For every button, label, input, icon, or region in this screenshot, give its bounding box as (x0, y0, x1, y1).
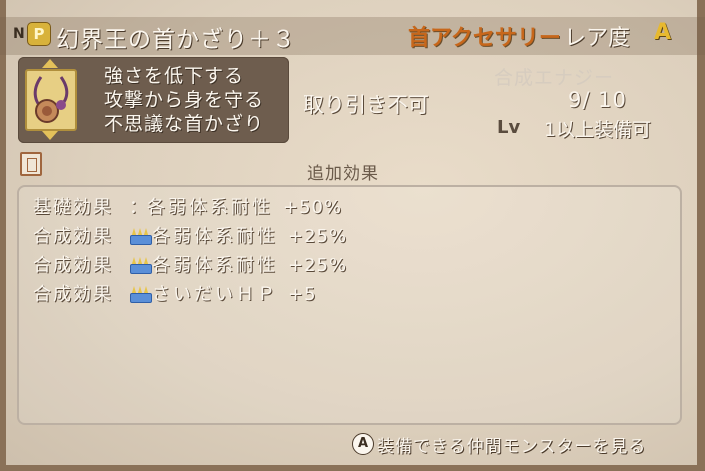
effect-value: +25% (288, 255, 348, 276)
synthesis-energy-label: 合成エナジー (494, 67, 615, 89)
effect-row: 合成効果 各弱体系耐性 +25% (33, 251, 347, 277)
effect-type: 基礎効果 (33, 197, 113, 218)
description-line: 不思議な首かざり (104, 113, 265, 135)
description-line: 攻撃から身を守る (104, 89, 265, 111)
effect-type: 合成効果 (33, 284, 113, 305)
necklace-icon (25, 69, 77, 131)
rarity-label: レア度 (564, 26, 631, 51)
arrow-down-icon[interactable] (42, 131, 58, 140)
effect-row: 基礎効果 ：各弱体系耐性 +50% (33, 193, 342, 219)
rarity-value: A (654, 20, 672, 45)
effect-type: 合成効果 (33, 255, 113, 276)
effect-value: +5 (288, 284, 317, 305)
level-label: Lv (497, 117, 521, 138)
effect-name: 各弱体系耐性 (152, 255, 278, 276)
item-detail-panel: N P 幻界王の首かざり＋３ 首アクセサリー レア度 A 強さを低下する 攻撃か… (0, 0, 705, 471)
effect-value: +50% (283, 197, 343, 218)
effect-name: 各弱体系耐性 (147, 197, 273, 218)
crown-icon (129, 285, 152, 303)
n-marker-icon: N (13, 26, 25, 42)
panel-edge-left (0, 0, 6, 471)
panel-edge-right (697, 0, 705, 471)
effect-row: 合成効果 各弱体系耐性 +25% (33, 222, 347, 248)
a-button-icon: A (352, 433, 374, 455)
description-lines: 強さを低下する 攻撃から身を守る 不思議な首かざり (104, 64, 264, 136)
item-category: 首アクセサリー (408, 26, 561, 51)
effect-name: さいだいＨＰ (152, 284, 278, 305)
item-type-badge-icon: P (27, 22, 51, 46)
crown-icon (129, 227, 152, 245)
effects-header: 追加効果 (307, 164, 379, 184)
effect-name: 各弱体系耐性 (152, 226, 278, 247)
effect-row: 合成効果 さいだいＨＰ +5 (33, 280, 317, 306)
item-name: 幻界王の首かざり＋３ (56, 27, 296, 53)
footer-label: 装備できる仲間モンスターを見る (377, 437, 647, 457)
effect-value: +25% (288, 226, 348, 247)
book-icon[interactable] (20, 152, 42, 176)
panel-edge-bottom (0, 465, 705, 471)
arrow-up-icon[interactable] (42, 59, 58, 68)
effect-type: 合成効果 (33, 226, 113, 247)
tradeable-status: 取り引き不可 (303, 93, 429, 117)
item-icon-selector[interactable] (23, 59, 77, 140)
crown-icon (129, 256, 152, 274)
synthesis-energy-value: 9/ 10 (568, 88, 627, 112)
description-line: 強さを低下する (104, 65, 245, 87)
effect-separator: ： (129, 197, 147, 218)
level-requirement: 1以上装備可 (544, 119, 652, 141)
